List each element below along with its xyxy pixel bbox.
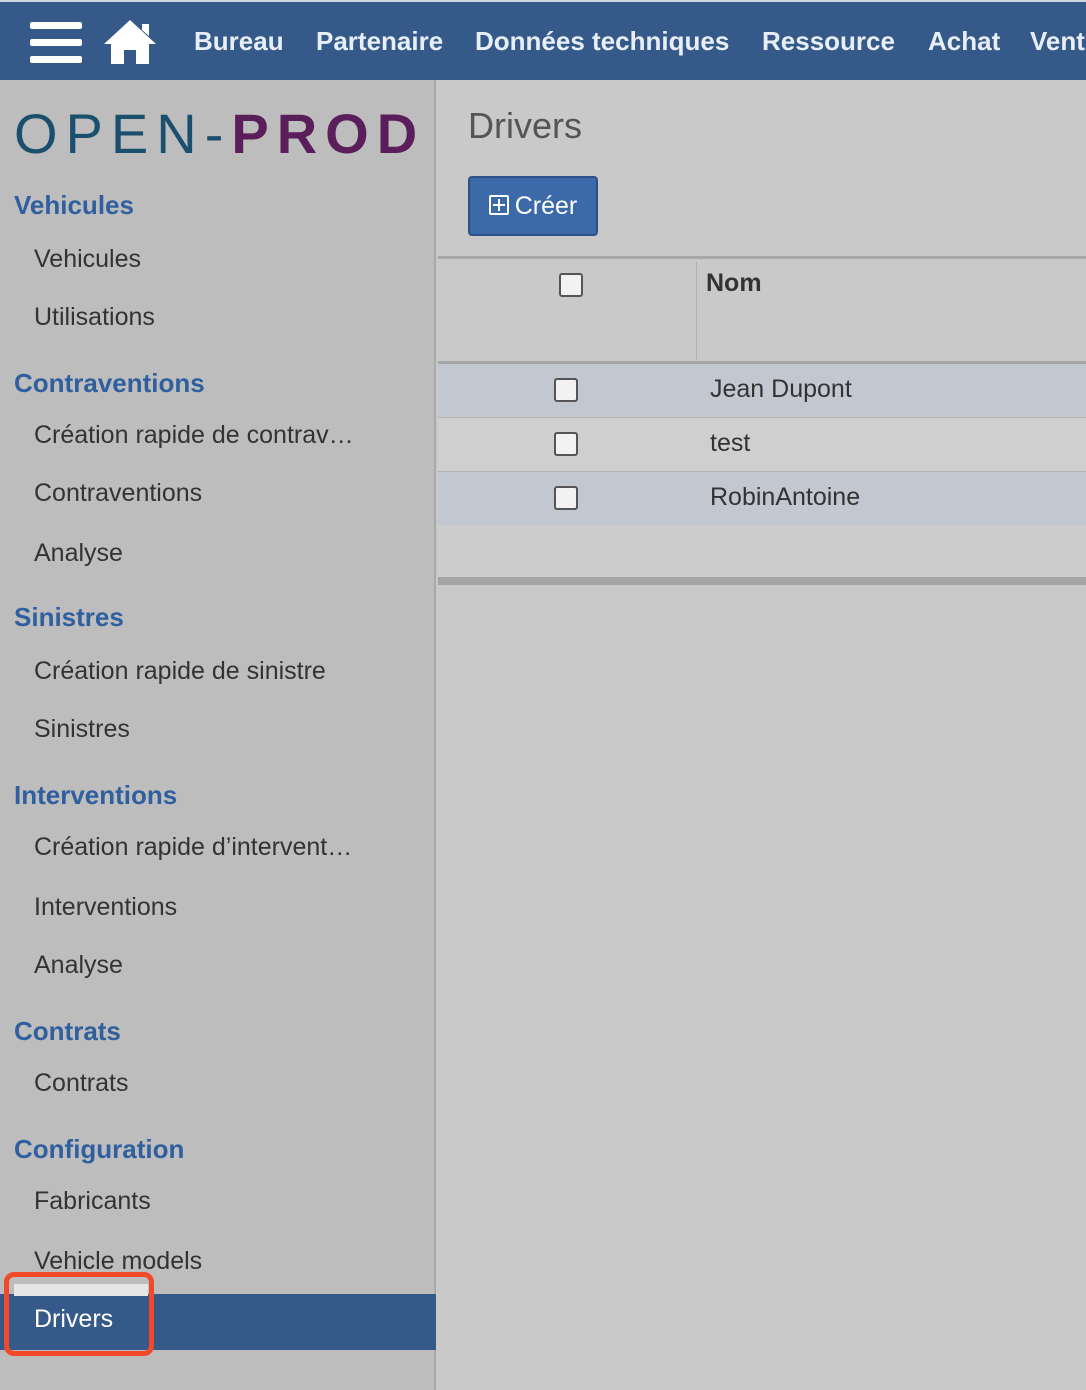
create-button[interactable]: Créer: [468, 176, 598, 236]
table-row[interactable]: test: [438, 418, 1086, 472]
sidebar-item-contraventions[interactable]: Contraventions: [34, 476, 202, 510]
sidebar-item-creation-rapide-intervention[interactable]: Création rapide d’intervent…: [34, 830, 352, 864]
row-checkbox[interactable]: [554, 486, 578, 510]
sidebar-item-vehicules[interactable]: Vehicules: [34, 242, 141, 276]
open-prod-logo[interactable]: OPEN-PROD: [14, 104, 425, 164]
logo-part-open: OPEN-: [14, 102, 232, 165]
top-nav-bar: Bureau Partenaire Données techniques Res…: [0, 0, 1086, 80]
topnav-ressource[interactable]: Ressource: [762, 24, 895, 58]
sidebar-section-vehicules: Vehicules: [14, 190, 134, 220]
sidebar-section-sinistres: Sinistres: [14, 602, 124, 632]
home-icon[interactable]: [102, 18, 158, 66]
highlight-top-strip: [14, 1284, 148, 1296]
column-divider[interactable]: [696, 262, 697, 360]
sidebar-section-contraventions: Contraventions: [14, 368, 205, 398]
sidebar-item-vehicle-models[interactable]: Vehicle models: [34, 1244, 202, 1278]
cell-nom: Jean Dupont: [710, 375, 852, 403]
table-header: [438, 256, 1086, 364]
create-button-label: Créer: [514, 192, 578, 220]
sidebar-item-drivers[interactable]: Drivers: [34, 1302, 113, 1336]
logo-part-prod: PROD: [231, 102, 426, 165]
topnav-vente[interactable]: Vent: [1030, 24, 1085, 58]
table-row[interactable]: RobinAntoine: [438, 472, 1086, 526]
cell-nom: test: [710, 429, 751, 457]
sidebar-item-fabricants[interactable]: Fabricants: [34, 1184, 151, 1218]
plus-square-icon: [488, 195, 509, 215]
sidebar-item-interventions[interactable]: Interventions: [34, 890, 177, 924]
table-footer: [438, 525, 1086, 577]
topnav-achat[interactable]: Achat: [928, 24, 1000, 58]
topnav-donnees-techniques[interactable]: Données techniques: [475, 24, 729, 58]
sidebar-section-configuration: Configuration: [14, 1134, 185, 1164]
hamburger-menu-icon[interactable]: [30, 22, 82, 64]
sidebar-item-creation-rapide-contravention[interactable]: Création rapide de contrav…: [34, 418, 354, 452]
topnav-bureau[interactable]: Bureau: [194, 24, 284, 58]
table-separator: [438, 577, 1086, 585]
sidebar-item-sinistres[interactable]: Sinistres: [34, 712, 130, 746]
table-row[interactable]: Jean Dupont: [438, 364, 1086, 418]
sidebar-item-creation-rapide-sinistre[interactable]: Création rapide de sinistre: [34, 654, 326, 688]
row-checkbox[interactable]: [554, 378, 578, 402]
sidebar-section-contrats: Contrats: [14, 1016, 121, 1046]
sidebar-item-utilisations[interactable]: Utilisations: [34, 300, 155, 334]
sidebar-item-analyse-interventions[interactable]: Analyse: [34, 948, 123, 982]
sidebar-item-analyse-contraventions[interactable]: Analyse: [34, 536, 123, 570]
sidebar-section-interventions: Interventions: [14, 780, 178, 810]
cell-nom: RobinAntoine: [710, 483, 861, 511]
sidebar-item-contrats[interactable]: Contrats: [34, 1066, 128, 1100]
select-all-checkbox[interactable]: [559, 273, 583, 297]
row-checkbox[interactable]: [554, 432, 578, 456]
page-title: Drivers: [468, 105, 582, 146]
topnav-partenaire[interactable]: Partenaire: [316, 24, 443, 58]
column-header-nom[interactable]: Nom: [706, 266, 762, 300]
